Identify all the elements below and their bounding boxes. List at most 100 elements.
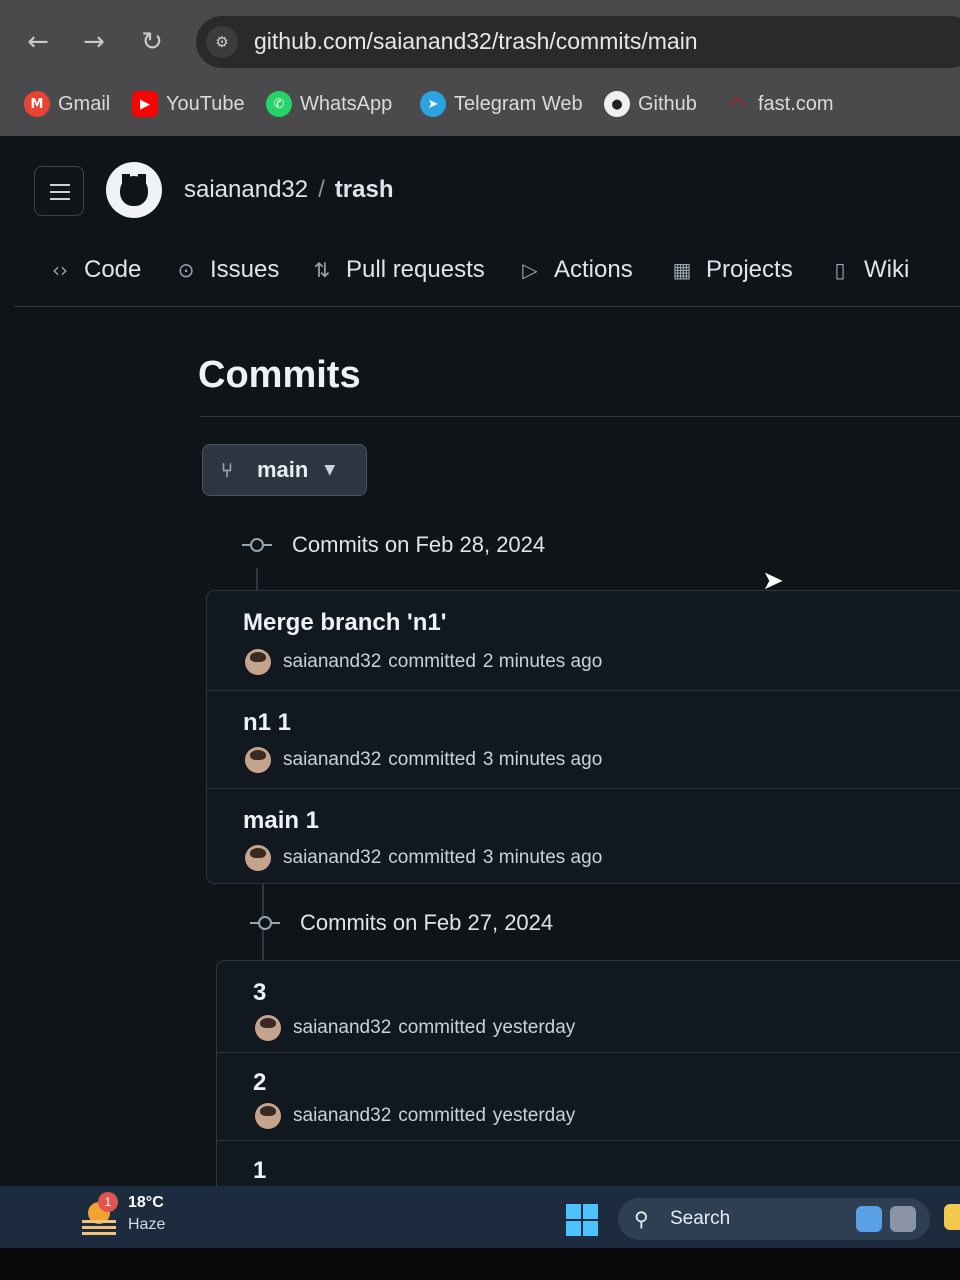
back-arrow-icon[interactable]: ← [20, 24, 56, 60]
search-label: Search [670, 1208, 731, 1229]
bookmark-label: Gmail [58, 92, 111, 115]
win-tile [566, 1221, 581, 1236]
haze-line [82, 1232, 116, 1235]
breadcrumb: saianand32 / trash [184, 176, 393, 204]
commit-meta: saianand32 committed yesterday [255, 1103, 575, 1129]
commit-group-date: Commits on Feb 27, 2024 [300, 910, 554, 935]
tab-actions[interactable]: ▷ Actions [516, 252, 633, 288]
avatar[interactable] [255, 1015, 281, 1041]
repo-owner-link[interactable]: saianand32 [184, 176, 308, 203]
menu-line [50, 184, 70, 186]
wiki-icon: ▯ [834, 258, 846, 282]
branch-name: main [257, 457, 309, 482]
gmail-icon: M [24, 91, 50, 117]
commit-title-link[interactable]: 2 [253, 1069, 266, 1097]
weather-temperature[interactable]: 18°C [128, 1194, 164, 1212]
app-icon[interactable] [944, 1204, 960, 1230]
actions-icon: ▷ [522, 258, 538, 282]
bookmark-label: fast.com [758, 92, 834, 115]
whatsapp-icon: ✆ [266, 91, 292, 117]
commit-meta: saianand32 committed 3 minutes ago [245, 747, 602, 773]
bookmark-telegram[interactable]: ➤ Telegram Web [420, 88, 583, 120]
commit-time: 2 minutes ago [482, 651, 603, 672]
tab-wiki[interactable]: ▯ Wiki [826, 252, 909, 288]
commit-author-link[interactable]: saianand32 [293, 1017, 391, 1039]
tab-label: Code [84, 256, 142, 283]
commit-list: Merge branch 'n1' saianand32 committed 2… [206, 590, 960, 884]
commit-time: yesterday [492, 1017, 576, 1038]
bookmark-github[interactable]: ● Github [604, 88, 697, 120]
commit-row[interactable]: n1 1 saianand32 committed 3 minutes ago [207, 691, 960, 789]
commit-title-link[interactable]: n1 1 [243, 709, 291, 737]
commit-group-date: Commits on Feb 28, 2024 [292, 532, 546, 557]
bookmark-fast[interactable]: ◠ fast.com [724, 88, 834, 120]
tab-label: Projects [706, 256, 793, 283]
github-icon: ● [604, 91, 630, 117]
commit-author-link[interactable]: saianand32 [283, 651, 381, 673]
site-info-icon[interactable]: ⚙ [206, 26, 238, 58]
projects-icon: ▦ [672, 258, 692, 282]
address-bar[interactable]: ⚙ github.com/saianand32/trash/commits/ma… [196, 16, 960, 68]
taskbar: 1 18°C Haze ⚲ Search [0, 1186, 960, 1248]
win-tile [583, 1221, 598, 1236]
title-divider [200, 416, 960, 417]
commit-title-link[interactable]: 1 [253, 1157, 266, 1185]
browser-chrome: ← → ↻ ⚙ github.com/saianand32/trash/comm… [0, 0, 960, 136]
chevron-down-icon: ▼ [324, 462, 336, 478]
github-logo-icon[interactable] [106, 162, 162, 218]
taskbar-search-button[interactable]: ⚲ Search [618, 1198, 930, 1240]
commit-row[interactable]: main 1 saianand32 committed 3 minutes ag… [207, 789, 960, 883]
reload-icon[interactable]: ↻ [134, 24, 170, 60]
fast-icon: ◠ [730, 93, 744, 115]
commit-title-link[interactable]: main 1 [243, 807, 319, 835]
forward-arrow-icon[interactable]: → [76, 24, 112, 60]
commit-title-link[interactable]: Merge branch 'n1' [243, 609, 446, 637]
tab-pull-requests[interactable]: ⇅ Pull requests [308, 252, 485, 288]
commit-verb: committed [398, 1017, 486, 1038]
commit-verb: committed [388, 651, 476, 672]
widget-icon[interactable] [856, 1206, 882, 1232]
tab-code[interactable]: ‹› Code [46, 252, 141, 288]
branch-selector-button[interactable]: ⑂ main ▼ [202, 444, 367, 496]
avatar[interactable] [245, 747, 271, 773]
git-commit-icon [242, 535, 272, 555]
commit-list: 3 saianand32 committed yesterday 2 saian… [216, 960, 960, 1200]
avatar[interactable] [245, 845, 271, 871]
commit-author-link[interactable]: saianand32 [283, 847, 381, 869]
menu-line [50, 191, 70, 193]
commit-author-link[interactable]: saianand32 [293, 1105, 391, 1127]
commit-time: yesterday [492, 1105, 576, 1126]
commit-time: 3 minutes ago [482, 847, 603, 868]
avatar[interactable] [255, 1103, 281, 1129]
haze-line [82, 1226, 116, 1229]
url-text[interactable]: github.com/saianand32/trash/commits/main [254, 28, 698, 55]
commit-verb: committed [388, 847, 476, 868]
tab-divider [14, 306, 960, 307]
tab-label: Issues [210, 256, 280, 283]
mouse-cursor-icon: ➤ [762, 566, 784, 596]
bookmark-gmail[interactable]: M Gmail [24, 88, 110, 120]
code-icon: ‹› [52, 258, 68, 282]
windows-start-icon[interactable] [566, 1204, 598, 1236]
notification-badge: 1 [98, 1192, 118, 1212]
tab-projects[interactable]: ▦ Projects [668, 252, 793, 288]
commit-row[interactable]: 3 saianand32 committed yesterday [217, 961, 960, 1053]
weather-condition[interactable]: Haze [128, 1216, 165, 1234]
pull-request-icon: ⇅ [313, 258, 331, 282]
satellite-icon[interactable] [890, 1206, 916, 1232]
avatar[interactable] [245, 649, 271, 675]
commit-row[interactable]: Merge branch 'n1' saianand32 committed 2… [207, 591, 960, 691]
menu-line [50, 198, 70, 200]
tab-label: Pull requests [346, 256, 485, 283]
commit-author-link[interactable]: saianand32 [283, 749, 381, 771]
commit-title-link[interactable]: 3 [253, 979, 266, 1007]
bookmark-youtube[interactable]: ▶ YouTube [132, 88, 245, 120]
hamburger-menu-button[interactable] [34, 166, 84, 216]
commit-row[interactable]: 2 saianand32 committed yesterday [217, 1053, 960, 1141]
logo-cat [120, 176, 148, 206]
repo-name-link[interactable]: trash [335, 176, 394, 203]
tab-issues[interactable]: ⊙ Issues [172, 252, 280, 288]
tab-label: Actions [554, 256, 633, 283]
telegram-icon: ➤ [420, 91, 446, 117]
bookmark-whatsapp[interactable]: ✆ WhatsApp [266, 88, 392, 120]
